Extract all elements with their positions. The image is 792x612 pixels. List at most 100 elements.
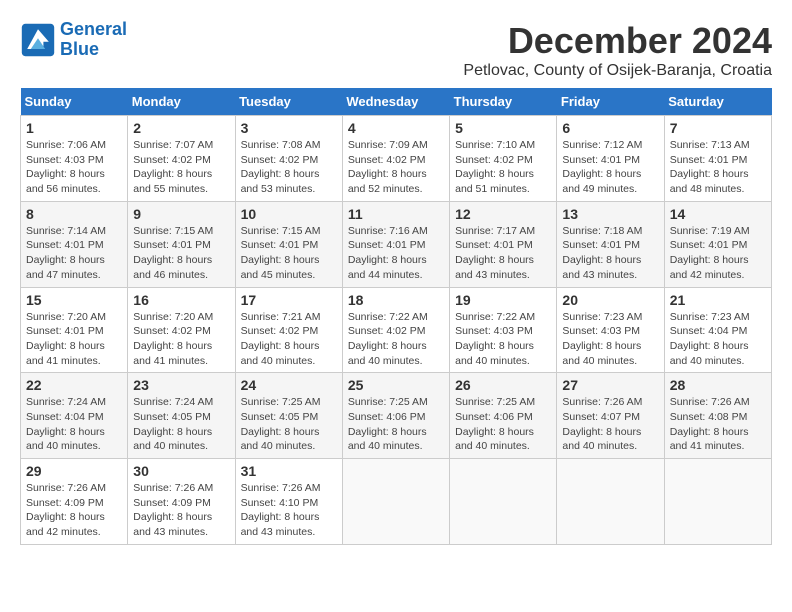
logo-icon [20,22,56,58]
day-number: 1 [26,120,122,136]
header: General Blue December 2024 Petlovac, Cou… [20,20,772,80]
day-cell: 18 Sunrise: 7:22 AM Sunset: 4:02 PM Dayli… [342,287,449,373]
col-header-thursday: Thursday [450,88,557,116]
col-header-tuesday: Tuesday [235,88,342,116]
day-info: Sunrise: 7:06 AM Sunset: 4:03 PM Dayligh… [26,138,122,197]
week-row-5: 29 Sunrise: 7:26 AM Sunset: 4:09 PM Dayli… [21,459,772,545]
day-cell [450,459,557,545]
day-cell: 8 Sunrise: 7:14 AM Sunset: 4:01 PM Daylig… [21,201,128,287]
day-cell: 31 Sunrise: 7:26 AM Sunset: 4:10 PM Dayli… [235,459,342,545]
day-number: 4 [348,120,444,136]
day-info: Sunrise: 7:13 AM Sunset: 4:01 PM Dayligh… [670,138,766,197]
day-cell: 1 Sunrise: 7:06 AM Sunset: 4:03 PM Daylig… [21,116,128,202]
day-info: Sunrise: 7:08 AM Sunset: 4:02 PM Dayligh… [241,138,337,197]
day-info: Sunrise: 7:25 AM Sunset: 4:06 PM Dayligh… [348,395,444,454]
day-number: 16 [133,292,229,308]
day-cell [664,459,771,545]
col-header-friday: Friday [557,88,664,116]
day-info: Sunrise: 7:23 AM Sunset: 4:04 PM Dayligh… [670,310,766,369]
day-cell [342,459,449,545]
day-number: 25 [348,377,444,393]
day-number: 3 [241,120,337,136]
day-info: Sunrise: 7:26 AM Sunset: 4:09 PM Dayligh… [26,481,122,540]
day-number: 21 [670,292,766,308]
day-info: Sunrise: 7:23 AM Sunset: 4:03 PM Dayligh… [562,310,658,369]
day-cell: 17 Sunrise: 7:21 AM Sunset: 4:02 PM Dayli… [235,287,342,373]
day-info: Sunrise: 7:26 AM Sunset: 4:10 PM Dayligh… [241,481,337,540]
title-area: December 2024 Petlovac, County of Osijek… [463,20,772,80]
day-cell: 3 Sunrise: 7:08 AM Sunset: 4:02 PM Daylig… [235,116,342,202]
day-cell: 21 Sunrise: 7:23 AM Sunset: 4:04 PM Dayli… [664,287,771,373]
header-row: SundayMondayTuesdayWednesdayThursdayFrid… [21,88,772,116]
day-info: Sunrise: 7:21 AM Sunset: 4:02 PM Dayligh… [241,310,337,369]
day-number: 13 [562,206,658,222]
day-info: Sunrise: 7:26 AM Sunset: 4:08 PM Dayligh… [670,395,766,454]
day-number: 18 [348,292,444,308]
day-cell: 11 Sunrise: 7:16 AM Sunset: 4:01 PM Dayli… [342,201,449,287]
day-cell: 27 Sunrise: 7:26 AM Sunset: 4:07 PM Dayli… [557,373,664,459]
day-number: 10 [241,206,337,222]
day-cell: 23 Sunrise: 7:24 AM Sunset: 4:05 PM Dayli… [128,373,235,459]
col-header-sunday: Sunday [21,88,128,116]
day-number: 19 [455,292,551,308]
day-info: Sunrise: 7:09 AM Sunset: 4:02 PM Dayligh… [348,138,444,197]
month-title: December 2024 [463,20,772,62]
day-info: Sunrise: 7:16 AM Sunset: 4:01 PM Dayligh… [348,224,444,283]
day-info: Sunrise: 7:07 AM Sunset: 4:02 PM Dayligh… [133,138,229,197]
day-cell: 22 Sunrise: 7:24 AM Sunset: 4:04 PM Dayli… [21,373,128,459]
day-cell: 29 Sunrise: 7:26 AM Sunset: 4:09 PM Dayli… [21,459,128,545]
day-info: Sunrise: 7:12 AM Sunset: 4:01 PM Dayligh… [562,138,658,197]
day-number: 27 [562,377,658,393]
day-cell: 16Sunrise: 7:20 AM Sunset: 4:02 PM Dayli… [128,287,235,373]
week-row-4: 22 Sunrise: 7:24 AM Sunset: 4:04 PM Dayli… [21,373,772,459]
day-info: Sunrise: 7:15 AM Sunset: 4:01 PM Dayligh… [241,224,337,283]
day-info: Sunrise: 7:26 AM Sunset: 4:07 PM Dayligh… [562,395,658,454]
day-cell: 12Sunrise: 7:17 AM Sunset: 4:01 PM Dayli… [450,201,557,287]
day-number: 7 [670,120,766,136]
day-number: 8 [26,206,122,222]
day-info: Sunrise: 7:22 AM Sunset: 4:03 PM Dayligh… [455,310,551,369]
day-cell: 26 Sunrise: 7:25 AM Sunset: 4:06 PM Dayli… [450,373,557,459]
day-info: Sunrise: 7:10 AM Sunset: 4:02 PM Dayligh… [455,138,551,197]
day-cell: 25 Sunrise: 7:25 AM Sunset: 4:06 PM Dayli… [342,373,449,459]
day-info: Sunrise: 7:14 AM Sunset: 4:01 PM Dayligh… [26,224,122,283]
day-number: 30 [133,463,229,479]
day-cell: 20 Sunrise: 7:23 AM Sunset: 4:03 PM Dayli… [557,287,664,373]
day-number: 28 [670,377,766,393]
day-number: 22 [26,377,122,393]
day-cell: 2 Sunrise: 7:07 AM Sunset: 4:02 PM Daylig… [128,116,235,202]
week-row-2: 8 Sunrise: 7:14 AM Sunset: 4:01 PM Daylig… [21,201,772,287]
day-cell: 19 Sunrise: 7:22 AM Sunset: 4:03 PM Dayli… [450,287,557,373]
day-cell: 15Sunrise: 7:20 AM Sunset: 4:01 PM Dayli… [21,287,128,373]
day-number: 11 [348,206,444,222]
day-number: 29 [26,463,122,479]
day-info: Sunrise: 7:24 AM Sunset: 4:04 PM Dayligh… [26,395,122,454]
location-title: Petlovac, County of Osijek-Baranja, Croa… [463,62,772,80]
day-number: 17 [241,292,337,308]
day-cell: 14 Sunrise: 7:19 AM Sunset: 4:01 PM Dayli… [664,201,771,287]
day-info: Sunrise: 7:17 AM Sunset: 4:01 PM Dayligh… [455,224,551,283]
day-number: 26 [455,377,551,393]
day-cell: 24 Sunrise: 7:25 AM Sunset: 4:05 PM Dayli… [235,373,342,459]
day-info: Sunrise: 7:20 AM Sunset: 4:01 PM Dayligh… [26,310,122,369]
week-row-1: 1 Sunrise: 7:06 AM Sunset: 4:03 PM Daylig… [21,116,772,202]
day-number: 2 [133,120,229,136]
day-info: Sunrise: 7:22 AM Sunset: 4:02 PM Dayligh… [348,310,444,369]
day-number: 24 [241,377,337,393]
day-number: 6 [562,120,658,136]
day-info: Sunrise: 7:25 AM Sunset: 4:06 PM Dayligh… [455,395,551,454]
day-info: Sunrise: 7:24 AM Sunset: 4:05 PM Dayligh… [133,395,229,454]
day-cell [557,459,664,545]
day-number: 20 [562,292,658,308]
col-header-saturday: Saturday [664,88,771,116]
day-number: 31 [241,463,337,479]
week-row-3: 15Sunrise: 7:20 AM Sunset: 4:01 PM Dayli… [21,287,772,373]
day-info: Sunrise: 7:19 AM Sunset: 4:01 PM Dayligh… [670,224,766,283]
day-cell: 13Sunrise: 7:18 AM Sunset: 4:01 PM Dayli… [557,201,664,287]
day-number: 23 [133,377,229,393]
day-info: Sunrise: 7:25 AM Sunset: 4:05 PM Dayligh… [241,395,337,454]
calendar-table: SundayMondayTuesdayWednesdayThursdayFrid… [20,88,772,545]
day-info: Sunrise: 7:26 AM Sunset: 4:09 PM Dayligh… [133,481,229,540]
day-number: 14 [670,206,766,222]
col-header-wednesday: Wednesday [342,88,449,116]
